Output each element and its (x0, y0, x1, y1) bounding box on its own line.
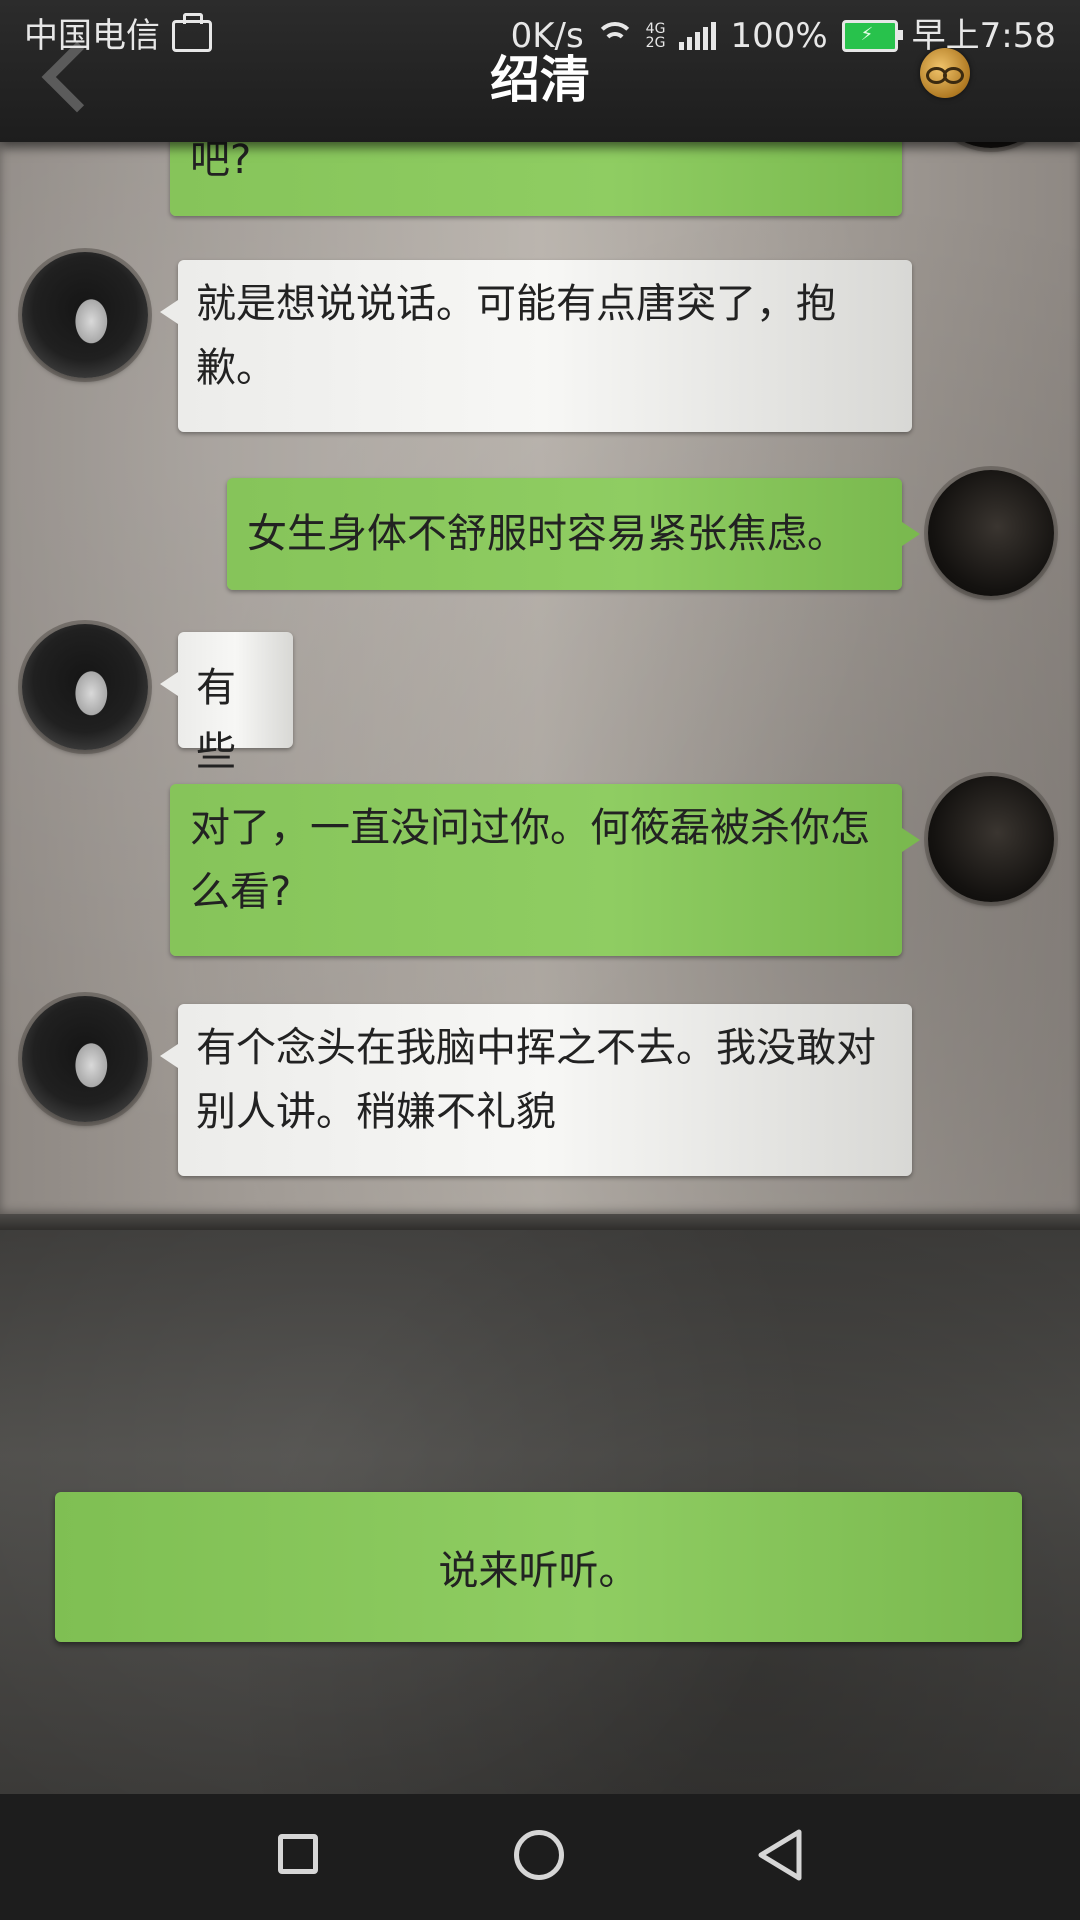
network-type: 4G 2G (646, 22, 666, 50)
message-text: 女生身体不舒服时容易紧张焦虑。 (247, 511, 847, 557)
message-text: 就是想说说话。可能有点唐突了，抱歉。 (196, 281, 836, 391)
reply-option-label: 说来听听。 (438, 1548, 639, 1594)
signal-icon (679, 22, 717, 50)
battery-percent: 100% (730, 16, 828, 56)
network-type-bottom: 2G (645, 35, 666, 51)
wifi-icon (598, 24, 632, 48)
square-icon[interactable] (278, 1834, 318, 1874)
message-bubble-outgoing: 对了，一直没问过你。何筱磊被杀你怎么看? (170, 784, 920, 956)
clock: 早上7:58 (911, 16, 1056, 56)
system-nav-bar (0, 1794, 1080, 1920)
message-text: 吧? (190, 137, 252, 183)
chat-area-edge (0, 1214, 1080, 1230)
status-right: 0K/s 4G 2G 100% ⚡ 早上7:58 (511, 0, 1056, 72)
charging-bolt-icon: ⚡ (860, 24, 874, 45)
avatar-contact[interactable] (22, 624, 148, 750)
battery-icon: ⚡ (841, 20, 903, 52)
briefcase-icon (172, 13, 212, 52)
carrier-label: 中国电信 (24, 16, 160, 56)
circle-icon[interactable] (514, 1830, 564, 1880)
message-bubble-incoming: 就是想说说话。可能有点唐突了，抱歉。 (160, 260, 912, 432)
triangle-back-icon[interactable] (757, 1828, 803, 1882)
message-bubble-incoming: 有个念头在我脑中挥之不去。我没敢对别人讲。稍嫌不礼貌 (160, 1004, 912, 1176)
avatar-contact[interactable] (22, 996, 148, 1122)
message-text: 有个念头在我脑中挥之不去。我没敢对别人讲。稍嫌不礼貌 (196, 1025, 876, 1135)
message-bubble-outgoing: 女生身体不舒服时容易紧张焦虑。 (227, 478, 920, 590)
status-left: 中国电信 (24, 0, 212, 72)
chat-area[interactable]: 吧? 就是想说说话。可能有点唐突了，抱歉。 女生身体不舒服时容易紧张焦虑。 有些… (0, 22, 1080, 1218)
avatar-self[interactable] (928, 470, 1054, 596)
network-speed: 0K/s (510, 16, 584, 56)
message-text: 有些 (196, 665, 236, 775)
avatar-contact[interactable] (22, 252, 148, 378)
status-bar: 中国电信 0K/s 4G 2G 100% ⚡ 早上7:58 (0, 0, 1080, 72)
message-text: 对了，一直没问过你。何筱磊被杀你怎么看? (190, 805, 870, 915)
network-type-top: 4G (645, 21, 666, 37)
avatar-self[interactable] (928, 776, 1054, 902)
message-bubble-incoming: 有些 (160, 632, 293, 775)
reply-option-button[interactable]: 说来听听。 (55, 1492, 1022, 1642)
